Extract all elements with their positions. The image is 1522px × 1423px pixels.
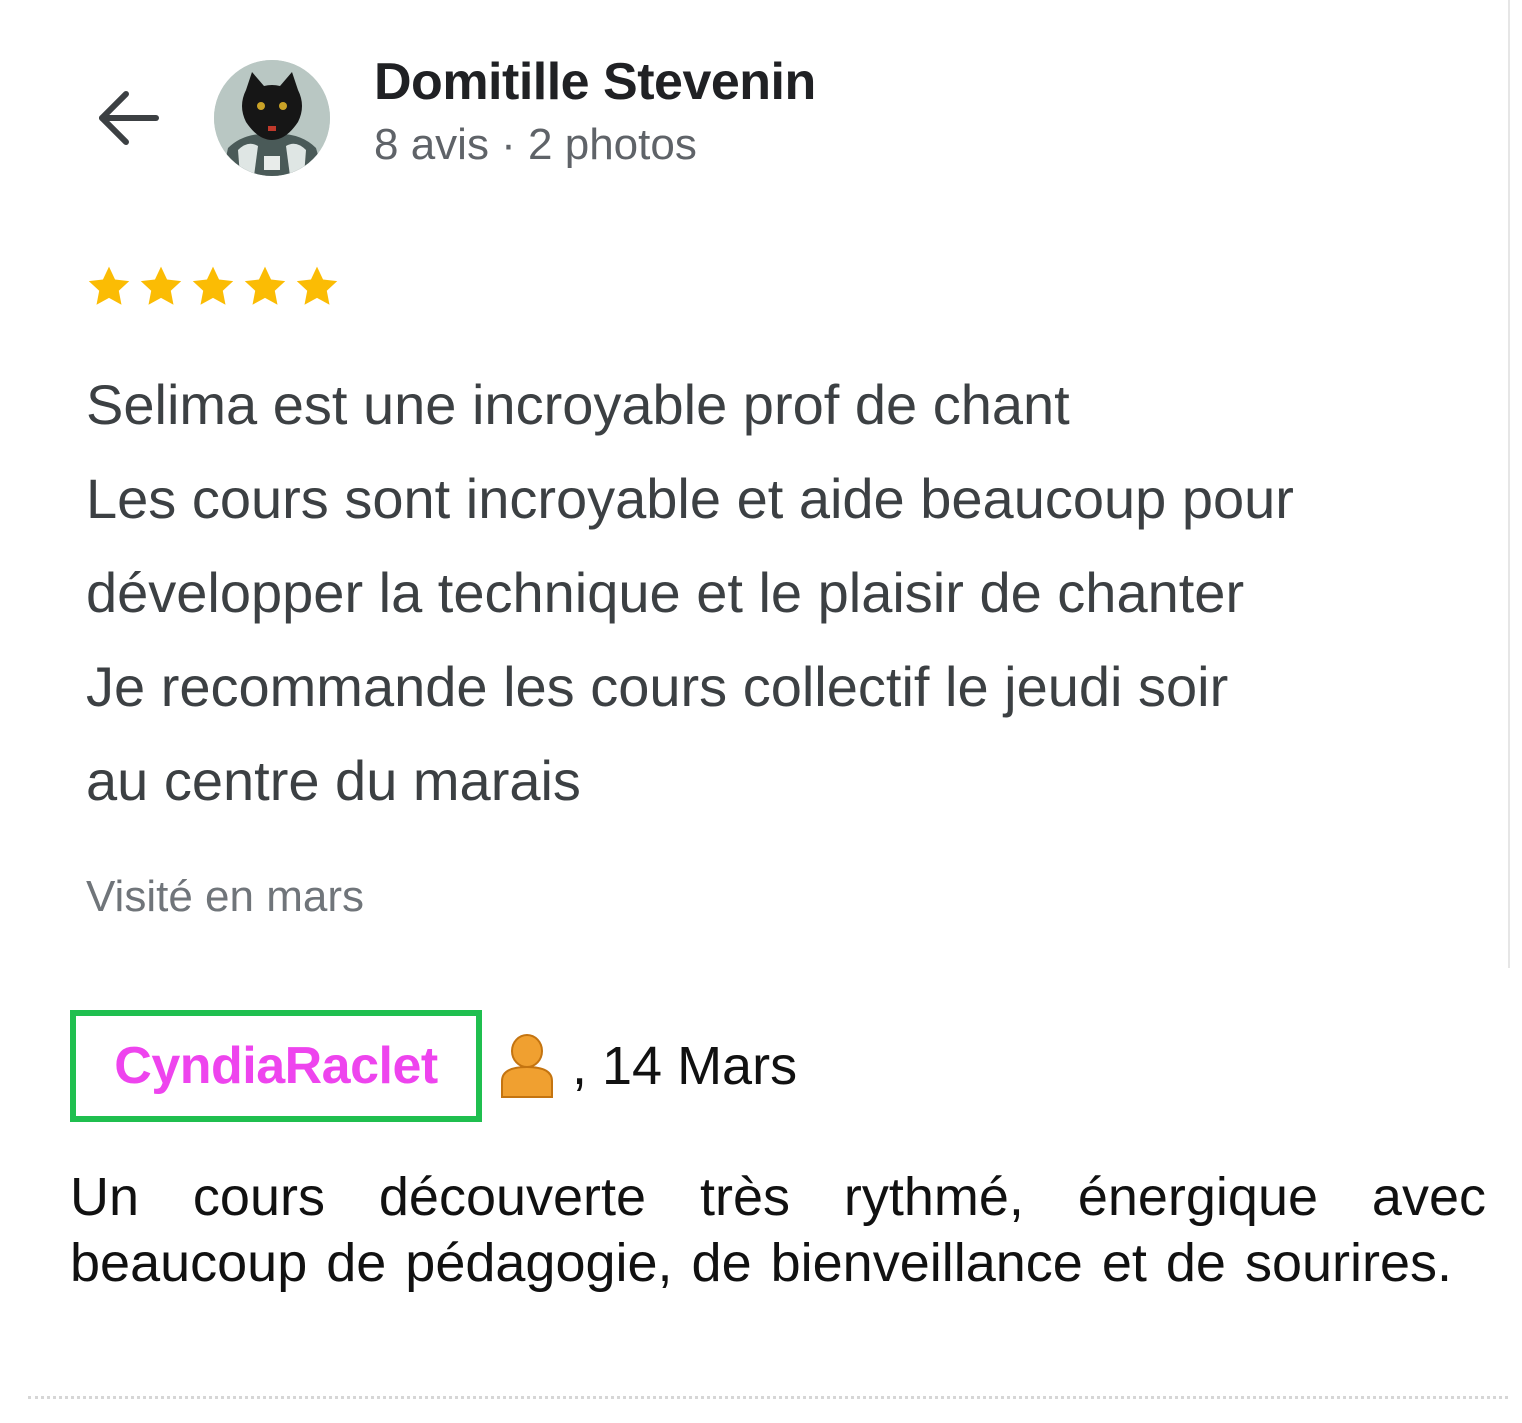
avatar[interactable] <box>214 60 330 176</box>
review-card: Domitille Stevenin 8 avis · 2 photos Sel… <box>0 0 1510 968</box>
review-text-line: au centre du marais <box>86 749 581 812</box>
visit-date: Visité en mars <box>86 872 364 921</box>
author-name[interactable]: Domitille Stevenin <box>374 52 816 112</box>
review-text-line: Je recommande les cours collectif le jeu… <box>86 655 1229 718</box>
star-rating <box>84 262 342 312</box>
review2-text: Un cours découverte très rythmé, énergiq… <box>70 1167 1486 1293</box>
username-badge[interactable]: CyndiaRaclet <box>70 1010 482 1122</box>
author-meta: 8 avis · 2 photos <box>374 120 697 169</box>
star-icon <box>136 262 186 312</box>
review-text-line: Les cours sont incroyable et aide beauco… <box>86 467 1294 530</box>
star-icon <box>240 262 290 312</box>
user-icon <box>498 1033 556 1099</box>
back-button[interactable] <box>92 86 162 150</box>
star-icon <box>84 262 134 312</box>
divider <box>28 1396 1508 1399</box>
review-text-line: développer la technique et le plaisir de… <box>86 561 1245 624</box>
review-date: , 14 Mars <box>572 1036 798 1096</box>
star-icon <box>188 262 238 312</box>
arrow-left-icon <box>99 91 159 145</box>
avatar-image <box>214 60 330 176</box>
review-text: Selima est une incroyable prof de chant … <box>86 358 1486 828</box>
star-icon <box>292 262 342 312</box>
review2-header: CyndiaRaclet , 14 Mars <box>70 1010 797 1122</box>
review-text-line: Selima est une incroyable prof de chant <box>86 373 1070 436</box>
